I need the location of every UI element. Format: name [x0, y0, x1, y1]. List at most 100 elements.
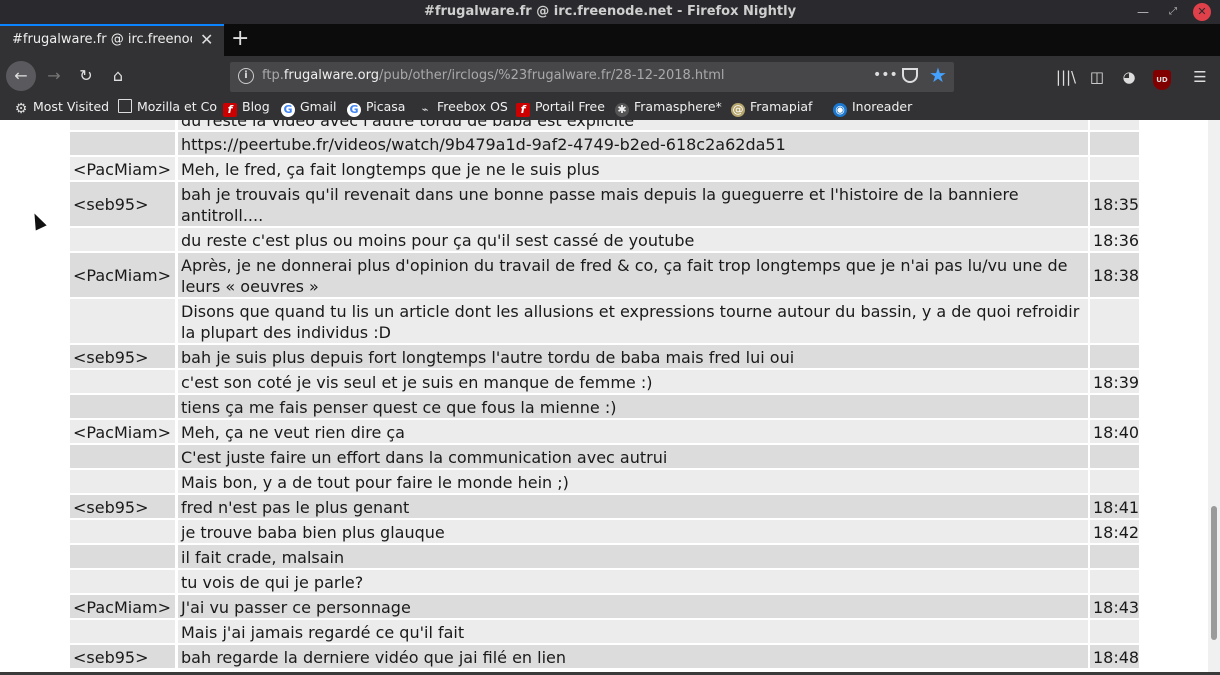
message-cell: du reste c'est plus ou moins pour ça qu'…	[178, 228, 1088, 251]
table-row: <seb95> fred n'est pas le plus genant 18:4…	[70, 495, 1139, 518]
close-window-button[interactable]: ✕	[1193, 3, 1211, 21]
back-button[interactable]: ←	[6, 61, 36, 91]
extension-icon[interactable]: ◕	[1118, 66, 1140, 88]
nick-cell	[70, 395, 175, 418]
nick-cell: <PacMiam>	[70, 253, 175, 297]
minimize-button[interactable]: —	[1134, 3, 1152, 21]
flash-icon: f	[223, 103, 237, 117]
table-row: Disons que quand tu lis un article dont …	[70, 299, 1139, 343]
nick-cell	[70, 545, 175, 568]
time-cell	[1090, 120, 1139, 130]
bookmark-most-visited[interactable]: ⚙ Most Visited	[14, 99, 109, 116]
message-cell: Mais bon, y a de tout pour faire le mond…	[178, 470, 1088, 493]
tab-title: #frugalware.fr @ irc.freenode.	[12, 32, 192, 47]
window-title: #frugalware.fr @ irc.freenode.net - Fire…	[423, 4, 797, 19]
bookmark-gmail[interactable]: G Gmail	[281, 99, 336, 117]
time-cell	[1090, 445, 1139, 468]
time-cell: 18:43	[1090, 595, 1139, 618]
time-cell: 18:35	[1090, 182, 1139, 226]
home-button[interactable]: ⌂	[104, 62, 132, 90]
table-row: <PacMiam> Meh, le fred, ça fait longtemps…	[70, 157, 1139, 180]
page-content: du reste la vidéo avec l'autre tordu de …	[0, 120, 1208, 672]
bookmark-label: Mozilla et Co	[137, 99, 217, 114]
nick-cell	[70, 132, 175, 155]
url-path: /pub/other/irclogs/%23frugalware.fr/28-1…	[378, 68, 725, 83]
time-cell: 18:42	[1090, 520, 1139, 543]
bookmark-framasphere[interactable]: ✱ Framasphere*	[615, 99, 722, 117]
nick-cell	[70, 570, 175, 593]
time-cell	[1090, 299, 1139, 343]
message-cell: J'ai vu passer ce personnage	[178, 595, 1088, 618]
url-bar[interactable]: i ftp.frugalware.org/pub/other/irclogs/%…	[230, 62, 954, 92]
framasphere-icon: ✱	[615, 103, 629, 117]
new-tab-button[interactable]: +	[231, 26, 249, 51]
site-info-icon[interactable]: i	[238, 68, 254, 84]
hamburger-menu-icon[interactable]: ☰	[1189, 66, 1211, 88]
reload-button[interactable]: ↻	[72, 62, 100, 90]
ublock-icon[interactable]: UD	[1151, 66, 1173, 90]
table-row: <PacMiam> Après, je ne donnerai plus d'op…	[70, 253, 1139, 297]
bookmark-label: Blog	[242, 99, 270, 114]
time-cell: 18:36	[1090, 228, 1139, 251]
table-row: <seb95> bah je suis plus depuis fort long…	[70, 345, 1139, 368]
table-row: <PacMiam> Meh, ça ne veut rien dire ça 18:…	[70, 420, 1139, 443]
bookmark-label: Framasphere*	[634, 99, 722, 114]
nick-cell	[70, 445, 175, 468]
tab-active[interactable]: #frugalware.fr @ irc.freenode. ✕	[0, 24, 224, 56]
time-cell	[1090, 345, 1139, 368]
bookmark-freebox-os[interactable]: ⌁ Freebox OS	[418, 99, 508, 117]
bookmark-label: Portail Free	[535, 99, 605, 114]
bookmark-framapiaf[interactable]: @ Framapiaf	[731, 99, 812, 117]
bookmark-star-icon[interactable]: ★	[929, 63, 947, 87]
library-icon[interactable]: |||\	[1055, 66, 1077, 88]
window-titlebar: #frugalware.fr @ irc.freenode.net - Fire…	[0, 0, 1220, 24]
message-cell: Disons que quand tu lis un article dont …	[178, 299, 1088, 343]
bookmark-label: Most Visited	[33, 99, 110, 114]
maximize-button[interactable]: ⤢	[1164, 3, 1182, 21]
message-cell: fred n'est pas le plus genant	[178, 495, 1088, 518]
time-cell: 18:40	[1090, 420, 1139, 443]
message-cell: bah je suis plus depuis fort longtemps l…	[178, 345, 1088, 368]
time-cell: 18:39	[1090, 370, 1139, 393]
nick-cell	[70, 470, 175, 493]
time-cell: 18:41	[1090, 495, 1139, 518]
table-row: tiens ça me fais penser quest ce que fou…	[70, 395, 1139, 418]
table-row: tu vois de qui je parle?	[70, 570, 1139, 593]
forward-button[interactable]: →	[40, 62, 68, 90]
google-icon: G	[347, 103, 361, 117]
bookmark-label: Gmail	[300, 99, 337, 114]
table-row: <PacMiam> J'ai vu passer ce personnage 18:…	[70, 595, 1139, 618]
bookmark-inoreader[interactable]: ◉ Inoreader	[833, 99, 912, 117]
bookmark-label: Inoreader	[852, 99, 913, 114]
bookmark-blog[interactable]: f Blog	[223, 99, 270, 117]
message-cell: Après, je ne donnerai plus d'opinion du …	[178, 253, 1088, 297]
sidebar-icon[interactable]: ◫	[1086, 66, 1108, 88]
pocket-icon[interactable]	[902, 68, 918, 83]
table-row: <seb95> bah je trouvais qu'il revenait da…	[70, 182, 1139, 226]
table-row: du reste la vidéo avec l'autre tordu de …	[70, 120, 1139, 130]
freebox-icon: ⌁	[421, 103, 429, 116]
nick-cell	[70, 228, 175, 251]
scrollbar-thumb[interactable]	[1211, 506, 1217, 640]
url-input[interactable]: ftp.frugalware.org/pub/other/irclogs/%23…	[262, 68, 725, 83]
message-cell[interactable]: https://peertube.fr/videos/watch/9b479a1…	[178, 132, 1088, 155]
table-row: Mais j'ai jamais regardé ce qu'il fait	[70, 620, 1139, 643]
message-cell: bah je trouvais qu'il revenait dans une …	[178, 182, 1088, 226]
time-cell	[1090, 570, 1139, 593]
table-row: <seb95> bah regarde la derniere vidéo que…	[70, 645, 1139, 668]
url-prefix: ftp.	[262, 68, 284, 83]
bookmark-portail-free[interactable]: f Portail Free	[516, 99, 605, 117]
nick-cell: <PacMiam>	[70, 595, 175, 618]
bookmark-picasa[interactable]: G Picasa	[347, 99, 405, 117]
message-cell: Meh, le fred, ça fait longtemps que je n…	[178, 157, 1088, 180]
nick-cell: <seb95>	[70, 495, 175, 518]
bookmark-label: Framapiaf	[750, 99, 813, 114]
page-actions-icon[interactable]: •••	[873, 67, 898, 83]
nick-cell	[70, 520, 175, 543]
table-row: il fait crade, malsain	[70, 545, 1139, 568]
bookmark-mozilla-et-co[interactable]: Mozilla et Co	[118, 99, 217, 114]
scrollbar[interactable]	[1208, 120, 1220, 672]
close-tab-icon[interactable]: ✕	[200, 30, 213, 49]
nick-cell	[70, 299, 175, 343]
table-row: Mais bon, y a de tout pour faire le mond…	[70, 470, 1139, 493]
